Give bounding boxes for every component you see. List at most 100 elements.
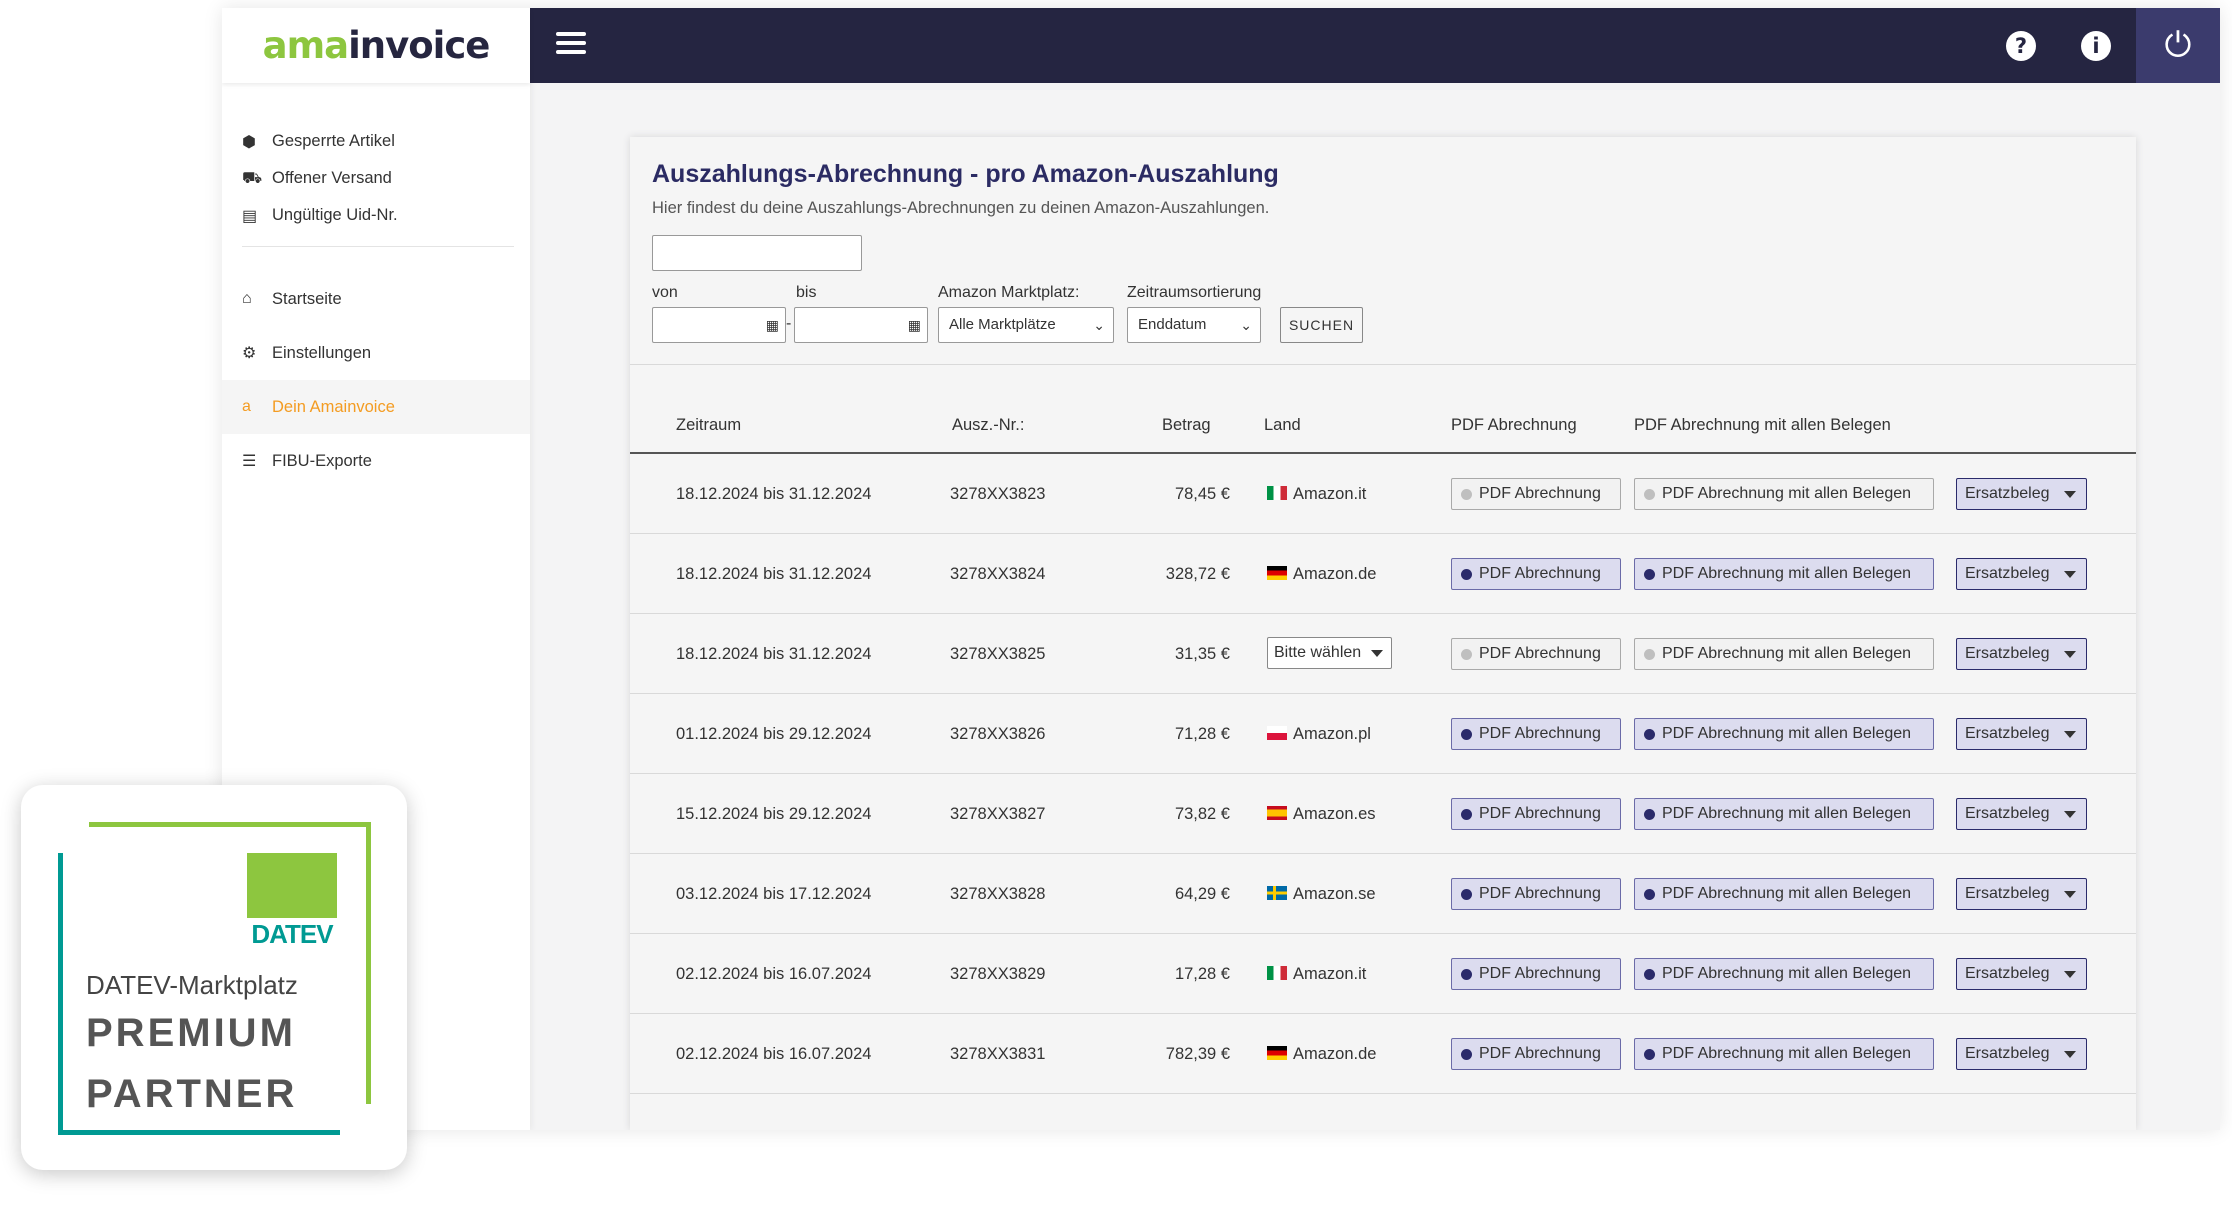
sidebar-item-label: FIBU-Exporte [272,451,372,470]
pdf-all-button-label: PDF Abrechnung mit allen Belegen [1662,1045,1912,1062]
cell-betrag: 64,29 € [1174,885,1230,903]
ersatzbeleg-dropdown[interactable]: Ersatzbeleg [1956,878,2087,910]
sidebar-item[interactable]: a Dein Amainvoice [222,380,530,434]
calendar-icon[interactable]: ▦ [908,317,921,334]
pdf-button-label: PDF Abrechnung [1479,885,1601,902]
status-dot-icon [1461,969,1472,980]
ersatzbeleg-dropdown[interactable]: Ersatzbeleg [1956,478,2087,510]
search-input[interactable] [652,235,862,271]
von-label: von [652,284,678,301]
cell-betrag: 328,72 € [1165,565,1230,583]
ersatzbeleg-dropdown[interactable]: Ersatzbeleg [1956,798,2087,830]
sidebar-item-label: Gesperrte Artikel [272,132,395,150]
amainvoice-logo[interactable]: ama invoice [222,8,530,83]
badge-border [58,853,63,1135]
country-label: Amazon.pl [1293,725,1371,743]
badge-marketplace-text: DATEV-Marktplatz [86,970,298,1000]
cell-zeitraum: 03.12.2024 bis 17.12.2024 [676,885,872,903]
ersatzbeleg-dropdown[interactable]: Ersatzbeleg [1956,558,2087,590]
pdf-button[interactable]: PDF Abrechnung [1451,478,1621,510]
pdf-button-label: PDF Abrechnung [1479,565,1601,582]
caret-down-icon [2064,811,2076,818]
ersatzbeleg-label: Ersatzbeleg [1965,645,2050,662]
table-row: 18.12.2024 bis 31.12.2024 3278XX3823 78,45… [630,454,2136,534]
sidebar-item[interactable]: ⚙ Einstellungen [222,326,530,380]
pdf-all-button[interactable]: PDF Abrechnung mit allen Belegen [1634,958,1934,990]
datev-premium-partner-badge: DATEV DATEV-Marktplatz PREMIUM PARTNER [21,785,407,1170]
caret-down-icon [2064,571,2076,578]
caret-down-icon [1371,650,1383,657]
cell-land: Amazon.se [1267,854,1376,934]
pdf-button[interactable]: PDF Abrechnung [1451,1038,1621,1070]
country-select-label: Bitte wählen [1274,644,1362,661]
sidebar-warnings: ⬢ Gesperrte Artikel ⛟ Offener Versand ▤ Ungül… [222,123,530,234]
cell-zeitraum: 02.12.2024 bis 16.07.2024 [676,1045,872,1063]
datev-logo-text: DATEV [251,919,333,949]
cell-land: Amazon.it [1267,454,1366,534]
col-header-betrag: Betrag [1162,416,1211,434]
hamburger-menu-icon[interactable] [556,32,586,58]
country-label: Amazon.se [1293,885,1376,903]
pdf-all-button-label: PDF Abrechnung mit allen Belegen [1662,645,1912,662]
pdf-button[interactable]: PDF Abrechnung [1451,958,1621,990]
pdf-all-button[interactable]: PDF Abrechnung mit allen Belegen [1634,638,1934,670]
pdf-all-button[interactable]: PDF Abrechnung mit allen Belegen [1634,558,1934,590]
cell-land: Amazon.de [1267,534,1376,614]
country-label: Amazon.it [1293,485,1367,503]
sidebar-item[interactable]: ☰ FIBU-Exporte [222,434,530,488]
pdf-all-button-label: PDF Abrechnung mit allen Belegen [1662,565,1912,582]
table-row: 18.12.2024 bis 31.12.2024 3278XX3825 31,35… [630,614,2136,694]
help-question-icon[interactable]: ? [2006,31,2036,61]
pdf-button[interactable]: PDF Abrechnung [1451,638,1621,670]
sidebar-item[interactable]: ⌂ Startseite [222,272,530,326]
cell-zeitraum: 02.12.2024 bis 16.07.2024 [676,965,872,983]
pdf-button[interactable]: PDF Abrechnung [1451,798,1621,830]
search-button[interactable]: SUCHEN [1280,307,1363,343]
sidebar-item-label: Einstellungen [272,343,372,362]
cell-land: Amazon.it [1267,934,1366,1014]
calendar-icon[interactable]: ▦ [766,317,779,334]
amazon-icon: a [242,398,251,415]
status-dot-icon [1644,729,1655,740]
sidebar-item[interactable]: ▤ Ungültige Uid-Nr. [222,197,530,234]
flag-it-icon [1267,486,1287,500]
status-dot-icon [1644,1049,1655,1060]
status-dot-icon [1644,969,1655,980]
pdf-all-button[interactable]: PDF Abrechnung mit allen Belegen [1634,878,1934,910]
pdf-button-label: PDF Abrechnung [1479,1045,1601,1062]
ersatzbeleg-dropdown[interactable]: Ersatzbeleg [1956,638,2087,670]
country-label: Amazon.it [1293,965,1367,983]
status-dot-icon [1644,809,1655,820]
country-select[interactable]: Bitte wählen [1267,637,1392,669]
table-row: 03.12.2024 bis 17.12.2024 3278XX3828 64,29… [630,854,2136,934]
info-icon[interactable]: i [2081,31,2111,61]
pdf-all-button[interactable]: PDF Abrechnung mit allen Belegen [1634,478,1934,510]
pdf-button[interactable]: PDF Abrechnung [1451,558,1621,590]
sort-select[interactable]: Enddatum ⌄ [1127,307,1261,343]
caret-down-icon [2064,1051,2076,1058]
pdf-all-button[interactable]: PDF Abrechnung mit allen Belegen [1634,798,1934,830]
ersatzbeleg-dropdown[interactable]: Ersatzbeleg [1956,1038,2087,1070]
pdf-all-button-label: PDF Abrechnung mit allen Belegen [1662,805,1912,822]
page-title: Auszahlungs-Abrechnung - pro Amazon-Ausz… [652,160,1279,188]
cell-ausz-nr: 3278XX3829 [950,965,1046,983]
ersatzbeleg-dropdown[interactable]: Ersatzbeleg [1956,718,2087,750]
cell-land: Amazon.de [1267,1014,1376,1094]
pdf-all-button[interactable]: PDF Abrechnung mit allen Belegen [1634,718,1934,750]
chevron-down-icon: ⌄ [1240,317,1252,333]
cell-land: Amazon.pl [1267,694,1371,774]
caret-down-icon [2064,651,2076,658]
sidebar-item[interactable]: ⛟ Offener Versand [222,160,530,197]
power-logout-icon[interactable]: ⏻ [2136,8,2220,83]
pdf-all-button[interactable]: PDF Abrechnung mit allen Belegen [1634,1038,1934,1070]
marketplace-select[interactable]: Alle Marktplätze ⌄ [938,307,1114,343]
date-to-input[interactable]: ▦ [794,307,928,343]
cell-ausz-nr: 3278XX3828 [950,885,1046,903]
ersatzbeleg-dropdown[interactable]: Ersatzbeleg [1956,958,2087,990]
status-dot-icon [1644,889,1655,900]
date-from-input[interactable]: ▦ [652,307,786,343]
pdf-button[interactable]: PDF Abrechnung [1451,718,1621,750]
ersatzbeleg-label: Ersatzbeleg [1965,485,2050,502]
sidebar-item[interactable]: ⬢ Gesperrte Artikel [222,123,530,160]
pdf-button[interactable]: PDF Abrechnung [1451,878,1621,910]
